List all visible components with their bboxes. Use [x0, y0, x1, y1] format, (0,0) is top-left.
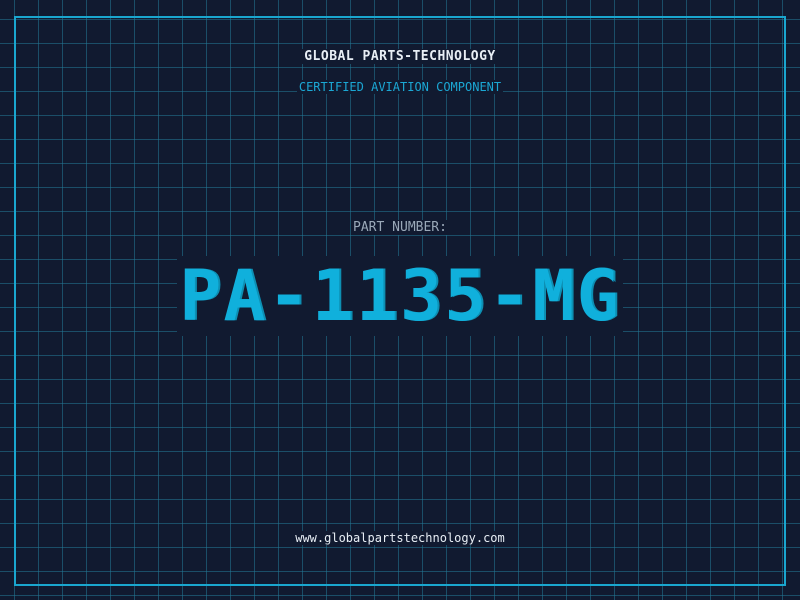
- website-url: www.globalpartstechnology.com: [293, 531, 507, 545]
- tagline: CERTIFIED AVIATION COMPONENT: [296, 80, 504, 94]
- company-name-line: GLOBAL PARTS-TECHNOLOGY: [0, 49, 800, 64]
- part-number-label: PART NUMBER:: [351, 220, 449, 235]
- website-line: www.globalpartstechnology.com: [0, 531, 800, 545]
- company-name: GLOBAL PARTS-TECHNOLOGY: [302, 49, 498, 64]
- part-number-line: PA-1135-MG: [0, 256, 800, 336]
- part-label-screen: GLOBAL PARTS-TECHNOLOGY CERTIFIED AVIATI…: [0, 0, 800, 600]
- part-label-line: PART NUMBER:: [0, 220, 800, 235]
- tagline-line: CERTIFIED AVIATION COMPONENT: [0, 80, 800, 94]
- part-number: PA-1135-MG: [177, 255, 623, 337]
